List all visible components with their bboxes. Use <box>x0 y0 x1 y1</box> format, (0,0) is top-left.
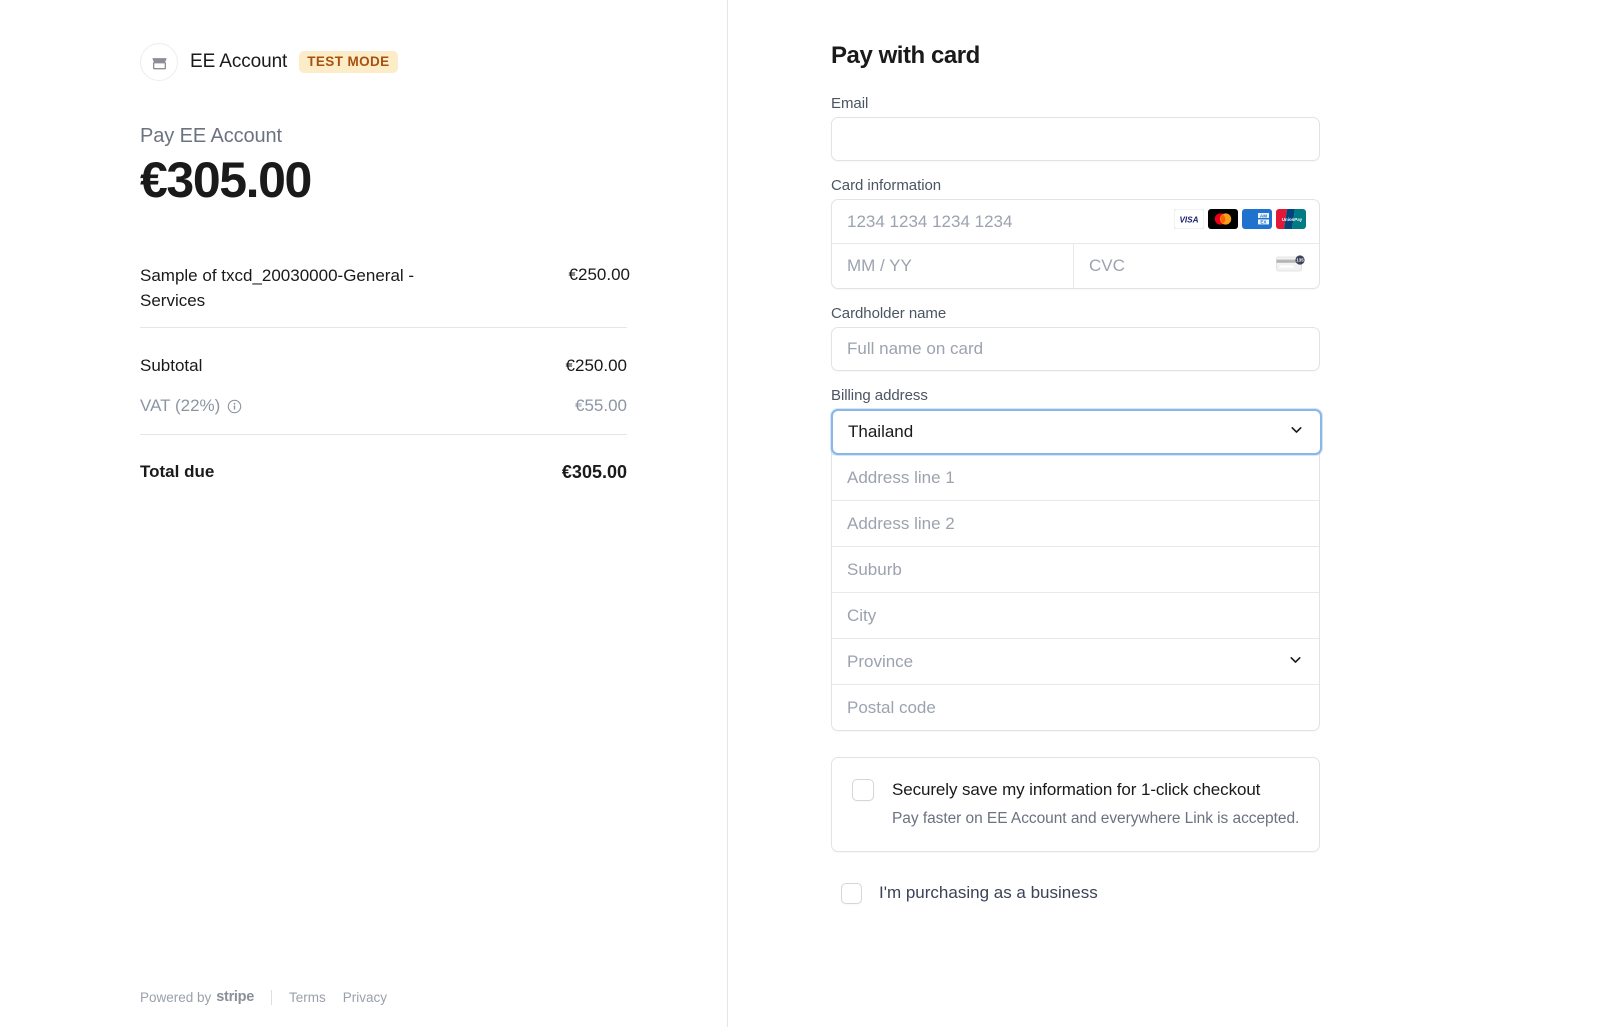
pay-label: Pay EE Account <box>140 125 283 147</box>
city-placeholder: City <box>847 605 877 625</box>
billing-address-fields: Thailand Address line 1 Address line 2 S… <box>831 409 1322 731</box>
card-number-placeholder: 1234 1234 1234 1234 <box>847 211 1013 231</box>
suburb-placeholder: Suburb <box>847 559 902 579</box>
totals-section: Subtotal €250.00 VAT (22%) €55.00 <box>140 328 630 426</box>
save-info-checkbox[interactable] <box>852 779 874 801</box>
privacy-link[interactable]: Privacy <box>343 990 387 1005</box>
form-title: Pay with card <box>831 42 980 69</box>
powered-by-text: Powered by <box>140 989 212 1005</box>
subtotal-row: Subtotal €250.00 <box>140 346 627 386</box>
card-brand-icons: VISA AM EX UnionPay <box>1173 208 1306 234</box>
payment-form-panel: Pay with card Email Card information 123… <box>728 0 1600 1027</box>
total-due-row: Total due €305.00 <box>140 452 627 492</box>
chevron-down-icon <box>1288 421 1305 443</box>
checkout-page: EE Account TEST MODE Pay EE Account €305… <box>0 0 1600 1027</box>
cardholder-name-placeholder: Full name on card <box>847 339 984 358</box>
svg-text:EX: EX <box>1260 220 1267 225</box>
line-item-amount: €250.00 <box>568 265 630 284</box>
postal-code-placeholder: Postal code <box>847 697 936 717</box>
svg-text:VISA: VISA <box>1179 216 1198 225</box>
vat-amount: €55.00 <box>575 396 627 416</box>
email-label: Email <box>831 95 869 112</box>
svg-text:135: 135 <box>1296 257 1304 262</box>
svg-text:UnionPay: UnionPay <box>1282 217 1303 222</box>
svg-text:AM: AM <box>1260 213 1267 218</box>
total-due-amount: €305.00 <box>561 461 627 482</box>
expiry-cvc-row: MM / YY CVC 135 <box>832 244 1319 288</box>
pay-amount: €305.00 <box>140 152 312 208</box>
total-due-section: Total due €305.00 <box>140 435 630 492</box>
country-select-value: Thailand <box>848 422 914 441</box>
powered-by-stripe[interactable]: Powered by stripe <box>140 989 254 1005</box>
cardholder-name-group: Cardholder name Full name on card <box>831 305 1320 371</box>
address-line-2-input[interactable]: Address line 2 <box>832 500 1319 546</box>
province-placeholder: Province <box>847 651 914 671</box>
chevron-down-icon <box>1287 651 1304 673</box>
visa-icon: VISA <box>1173 208 1205 234</box>
province-select[interactable]: Province <box>832 638 1319 684</box>
vat-label: VAT (22%) <box>140 396 221 416</box>
line-item-name: Sample of txcd_20030000-General - Servic… <box>140 266 415 310</box>
cvc-card-icon: 135 <box>1276 254 1306 279</box>
card-input-group: 1234 1234 1234 1234 VISA AM EX UnionPay … <box>831 199 1320 289</box>
card-information-label: Card information <box>831 177 942 194</box>
card-number-input[interactable]: 1234 1234 1234 1234 VISA AM EX UnionPay <box>832 200 1319 244</box>
stripe-wordmark: stripe <box>216 989 254 1005</box>
address-line-1-input[interactable]: Address line 1 <box>832 454 1319 500</box>
cardholder-name-label: Cardholder name <box>831 305 947 322</box>
save-info-text: Securely save my information for 1-click… <box>892 778 1299 831</box>
city-input[interactable]: City <box>832 592 1319 638</box>
order-summary-panel: EE Account TEST MODE Pay EE Account €305… <box>0 0 728 1027</box>
line-items-list: Sample of txcd_20030000-General - Servic… <box>140 264 630 327</box>
address-line-1-placeholder: Address line 1 <box>847 467 955 487</box>
card-cvc-placeholder: CVC <box>1089 256 1125 275</box>
country-select[interactable]: Thailand <box>831 409 1322 455</box>
card-expiry-placeholder: MM / YY <box>847 256 912 275</box>
subtotal-amount: €250.00 <box>565 356 627 376</box>
vat-row: VAT (22%) €55.00 <box>140 386 627 426</box>
test-mode-badge: TEST MODE <box>299 51 398 73</box>
card-information-group: Card information 1234 1234 1234 1234 VIS… <box>831 177 1320 289</box>
save-info-card[interactable]: Securely save my information for 1-click… <box>831 757 1320 852</box>
vat-label-wrap: VAT (22%) <box>140 396 242 416</box>
mastercard-icon <box>1208 209 1238 234</box>
email-field-group: Email <box>831 95 1320 161</box>
billing-address-label: Billing address <box>831 387 928 404</box>
address-line-2-placeholder: Address line 2 <box>847 513 955 533</box>
subtotal-label: Subtotal <box>140 356 203 376</box>
business-checkbox[interactable] <box>841 882 862 904</box>
line-item: Sample of txcd_20030000-General - Servic… <box>140 264 630 327</box>
business-checkbox-row[interactable]: I'm purchasing as a business <box>841 882 1320 904</box>
amex-icon: AM EX <box>1242 209 1272 234</box>
card-expiry-input[interactable]: MM / YY <box>832 244 1074 288</box>
terms-link[interactable]: Terms <box>289 990 326 1005</box>
cardholder-name-input[interactable]: Full name on card <box>831 327 1320 371</box>
merchant-header: EE Account TEST MODE <box>140 40 630 84</box>
footer-separator <box>270 989 272 1005</box>
footer: Powered by stripe Terms Privacy <box>140 989 387 1005</box>
save-info-title: Securely save my information for 1-click… <box>892 780 1261 799</box>
suburb-input[interactable]: Suburb <box>832 546 1319 592</box>
footer-links: Terms Privacy <box>289 990 387 1005</box>
storefront-icon <box>140 43 178 81</box>
card-cvc-input[interactable]: CVC 135 <box>1074 244 1319 288</box>
billing-address-group: Billing address Thailand Address line 1 <box>831 387 1322 731</box>
postal-code-input[interactable]: Postal code <box>832 684 1319 730</box>
email-input[interactable] <box>831 117 1320 161</box>
info-circle-icon[interactable] <box>227 399 242 414</box>
merchant-name: EE Account <box>190 51 288 72</box>
business-checkbox-label: I'm purchasing as a business <box>879 883 1098 903</box>
save-info-subtitle: Pay faster on EE Account and everywhere … <box>892 810 1300 828</box>
unionpay-icon: UnionPay <box>1276 209 1306 234</box>
total-due-label: Total due <box>140 462 215 482</box>
